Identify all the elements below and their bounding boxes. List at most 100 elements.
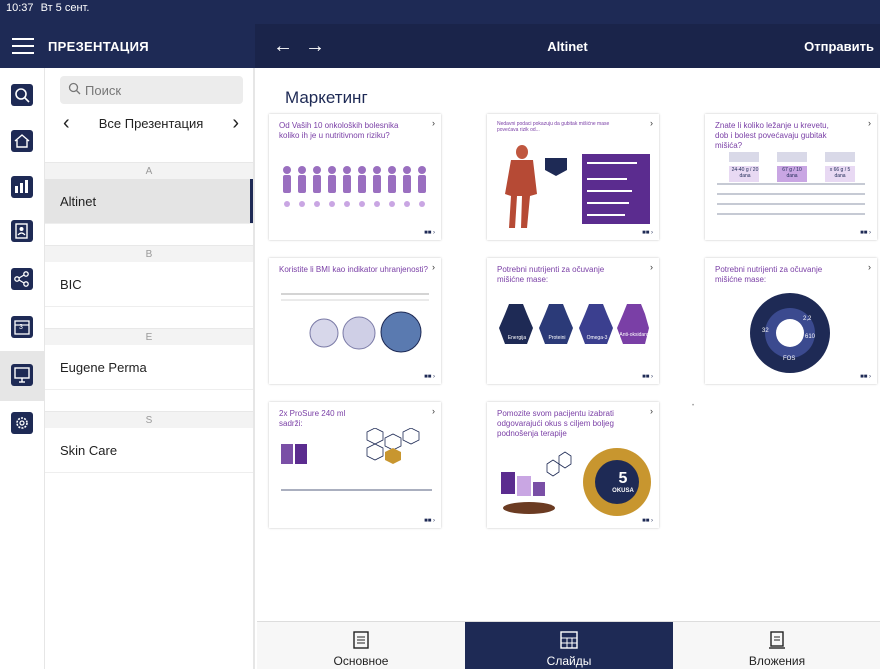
slide-thumbnail[interactable]: Koristite li BMI kao indikator uhranjeno… xyxy=(269,258,441,384)
search-input[interactable]: Поиск xyxy=(60,76,243,104)
ring-value: FOS xyxy=(783,356,796,362)
chevron-right-icon: › xyxy=(432,118,435,128)
slide-thumbnail[interactable]: Potrebni nutrijenti za očuvanje mišićne … xyxy=(487,258,659,384)
chevron-left-icon[interactable]: ‹ xyxy=(63,112,70,135)
send-button[interactable]: Отправить xyxy=(804,39,874,54)
slide-logo: ■■ › xyxy=(860,374,871,380)
ring-value: 2,2 xyxy=(803,316,812,322)
list-divider xyxy=(45,472,253,473)
slide-title: Nedavni podaci pokazuju da gubitak mišić… xyxy=(497,121,610,133)
slide-thumbnail[interactable]: Znate li koliko ležanje u krevetu, dob i… xyxy=(705,114,877,240)
prosure-illustration xyxy=(281,428,432,491)
slide-logo: ■■ › xyxy=(424,230,435,236)
chevron-right-icon: › xyxy=(650,118,653,128)
slide-logo: ■■ › xyxy=(642,518,653,524)
app: 10:37 Вт 5 сент. ПРЕЗЕНТАЦИЯ ← → Altinet… xyxy=(0,0,880,669)
forward-arrow-icon[interactable]: → xyxy=(305,35,325,58)
nutrient-label: Energija xyxy=(507,335,527,341)
table-value: 24-40 g / 20 dana xyxy=(731,167,759,179)
slide-thumbnail[interactable]: Od Vaših 10 onkoloških bolesnika koliko … xyxy=(269,114,441,240)
presentation-icon[interactable] xyxy=(9,362,35,388)
filter-label: Все Презентация xyxy=(98,115,204,131)
flavors-label: OKUSA xyxy=(612,488,634,494)
nutrient-label: Proteini xyxy=(548,335,566,341)
contacts-icon[interactable] xyxy=(9,218,35,244)
ring-value: 32 xyxy=(762,328,769,334)
section-heading: Маркетинг xyxy=(285,88,368,107)
slide-thumbnail[interactable]: Pomozite svom pacijentu izabrati odgovar… xyxy=(487,402,659,528)
search-icon[interactable] xyxy=(9,82,35,108)
home-icon[interactable] xyxy=(9,128,35,154)
section-header-e: E xyxy=(45,328,253,346)
slides-grid-icon xyxy=(560,631,578,649)
share-icon[interactable] xyxy=(9,266,35,292)
table-value: x 66 g / 5 dana xyxy=(829,167,851,179)
left-header: ПРЕЗЕНТАЦИЯ xyxy=(0,24,255,68)
nutrient-label: Omega-3 xyxy=(586,335,608,341)
section-header-s: S xyxy=(45,411,253,429)
document-icon xyxy=(353,631,369,649)
slide-title: Potrebni nutrijenti za očuvanje mišićne … xyxy=(715,265,823,284)
calendar-day: 3 xyxy=(19,324,23,331)
flavors-count: 5 xyxy=(618,470,628,487)
chevron-right-icon: › xyxy=(868,118,871,128)
slide-logo: ■■ › xyxy=(424,374,435,380)
chevron-right-icon[interactable]: › xyxy=(232,112,239,135)
section-header-b: B xyxy=(45,245,253,263)
list-item[interactable]: BIC xyxy=(45,262,253,306)
bottom-tab-bar: Основное Слайды Вложения xyxy=(257,621,880,669)
chevron-right-icon: › xyxy=(432,406,435,416)
list-divider xyxy=(45,306,253,307)
section-header-a: A xyxy=(45,162,253,180)
slide-title: Potrebni nutrijenti za očuvanje mišićne … xyxy=(497,265,605,284)
presentation-list-panel: Поиск ‹ Все Презентация › A Altinet B BI… xyxy=(45,68,255,669)
chevron-right-icon: › xyxy=(650,262,653,272)
slide-thumbnail[interactable]: Nedavni podaci pokazuju da gubitak mišić… xyxy=(487,114,659,240)
slide-logo: ■■ › xyxy=(424,518,435,524)
table-value: 67 g / 10 dana xyxy=(782,167,802,179)
tab-slides[interactable]: Слайды xyxy=(465,622,673,669)
nutrient-label: Anti-oksidansi xyxy=(619,332,651,338)
search-placeholder: Поиск xyxy=(85,82,122,98)
tab-basic[interactable]: Основное xyxy=(257,622,465,669)
page-title: Altinet xyxy=(547,38,588,54)
filter-selector: ‹ Все Презентация › xyxy=(45,112,253,134)
menu-icon[interactable] xyxy=(12,38,34,54)
nutrients-illustration xyxy=(499,304,649,344)
slide-logo: ■■ › xyxy=(642,230,653,236)
table-illustration xyxy=(717,152,865,215)
calendar-icon[interactable]: 3 xyxy=(9,314,35,340)
chevron-right-icon: › xyxy=(650,406,653,416)
list-item[interactable]: Skin Care xyxy=(45,428,253,472)
slide-title: 2x ProSure 240 ml sadrži: xyxy=(279,409,346,428)
slide-logo: ■■ › xyxy=(860,230,871,236)
list-item[interactable]: Eugene Perma xyxy=(45,345,253,389)
people-illustration xyxy=(283,166,426,207)
bmi-illustration xyxy=(281,293,429,353)
attachment-icon xyxy=(769,631,785,649)
ring-value: 610 xyxy=(805,334,816,340)
ring-illustration xyxy=(750,293,830,373)
status-bar: 10:37 Вт 5 сент. xyxy=(0,0,880,24)
slides-area: Маркетинг Od Vaših 10 onkoloških bolesni… xyxy=(257,68,880,621)
slide-title: Od Vaših 10 onkoloških bolesnika koliko … xyxy=(279,121,399,140)
list-divider xyxy=(45,223,253,224)
slide-title: Znate li koliko ležanje u krevetu, dob i… xyxy=(715,121,829,150)
muscle-illustration xyxy=(505,145,650,228)
status-date: Вт 5 сент. xyxy=(40,2,90,14)
slide-thumbnail[interactable]: Potrebni nutrijenti za očuvanje mišićne … xyxy=(705,258,877,384)
list-item[interactable]: Altinet xyxy=(45,179,253,223)
report-icon[interactable] xyxy=(9,174,35,200)
dot-marker: • xyxy=(692,403,695,409)
icon-rail: 3 xyxy=(0,68,45,669)
tab-label: Слайды xyxy=(546,654,592,668)
chevron-right-icon: › xyxy=(868,262,871,272)
tab-attachments[interactable]: Вложения xyxy=(673,622,880,669)
settings-icon[interactable] xyxy=(9,410,35,436)
back-arrow-icon[interactable]: ← xyxy=(273,35,293,58)
status-time: 10:37 xyxy=(6,2,34,14)
slide-title: Pomozite svom pacijentu izabrati odgovar… xyxy=(497,409,614,438)
tab-label: Вложения xyxy=(748,654,806,668)
slide-thumbnail[interactable]: 2x ProSure 240 ml sadrži: › ■■ › xyxy=(269,402,441,528)
left-header-title: ПРЕЗЕНТАЦИЯ xyxy=(48,38,149,54)
